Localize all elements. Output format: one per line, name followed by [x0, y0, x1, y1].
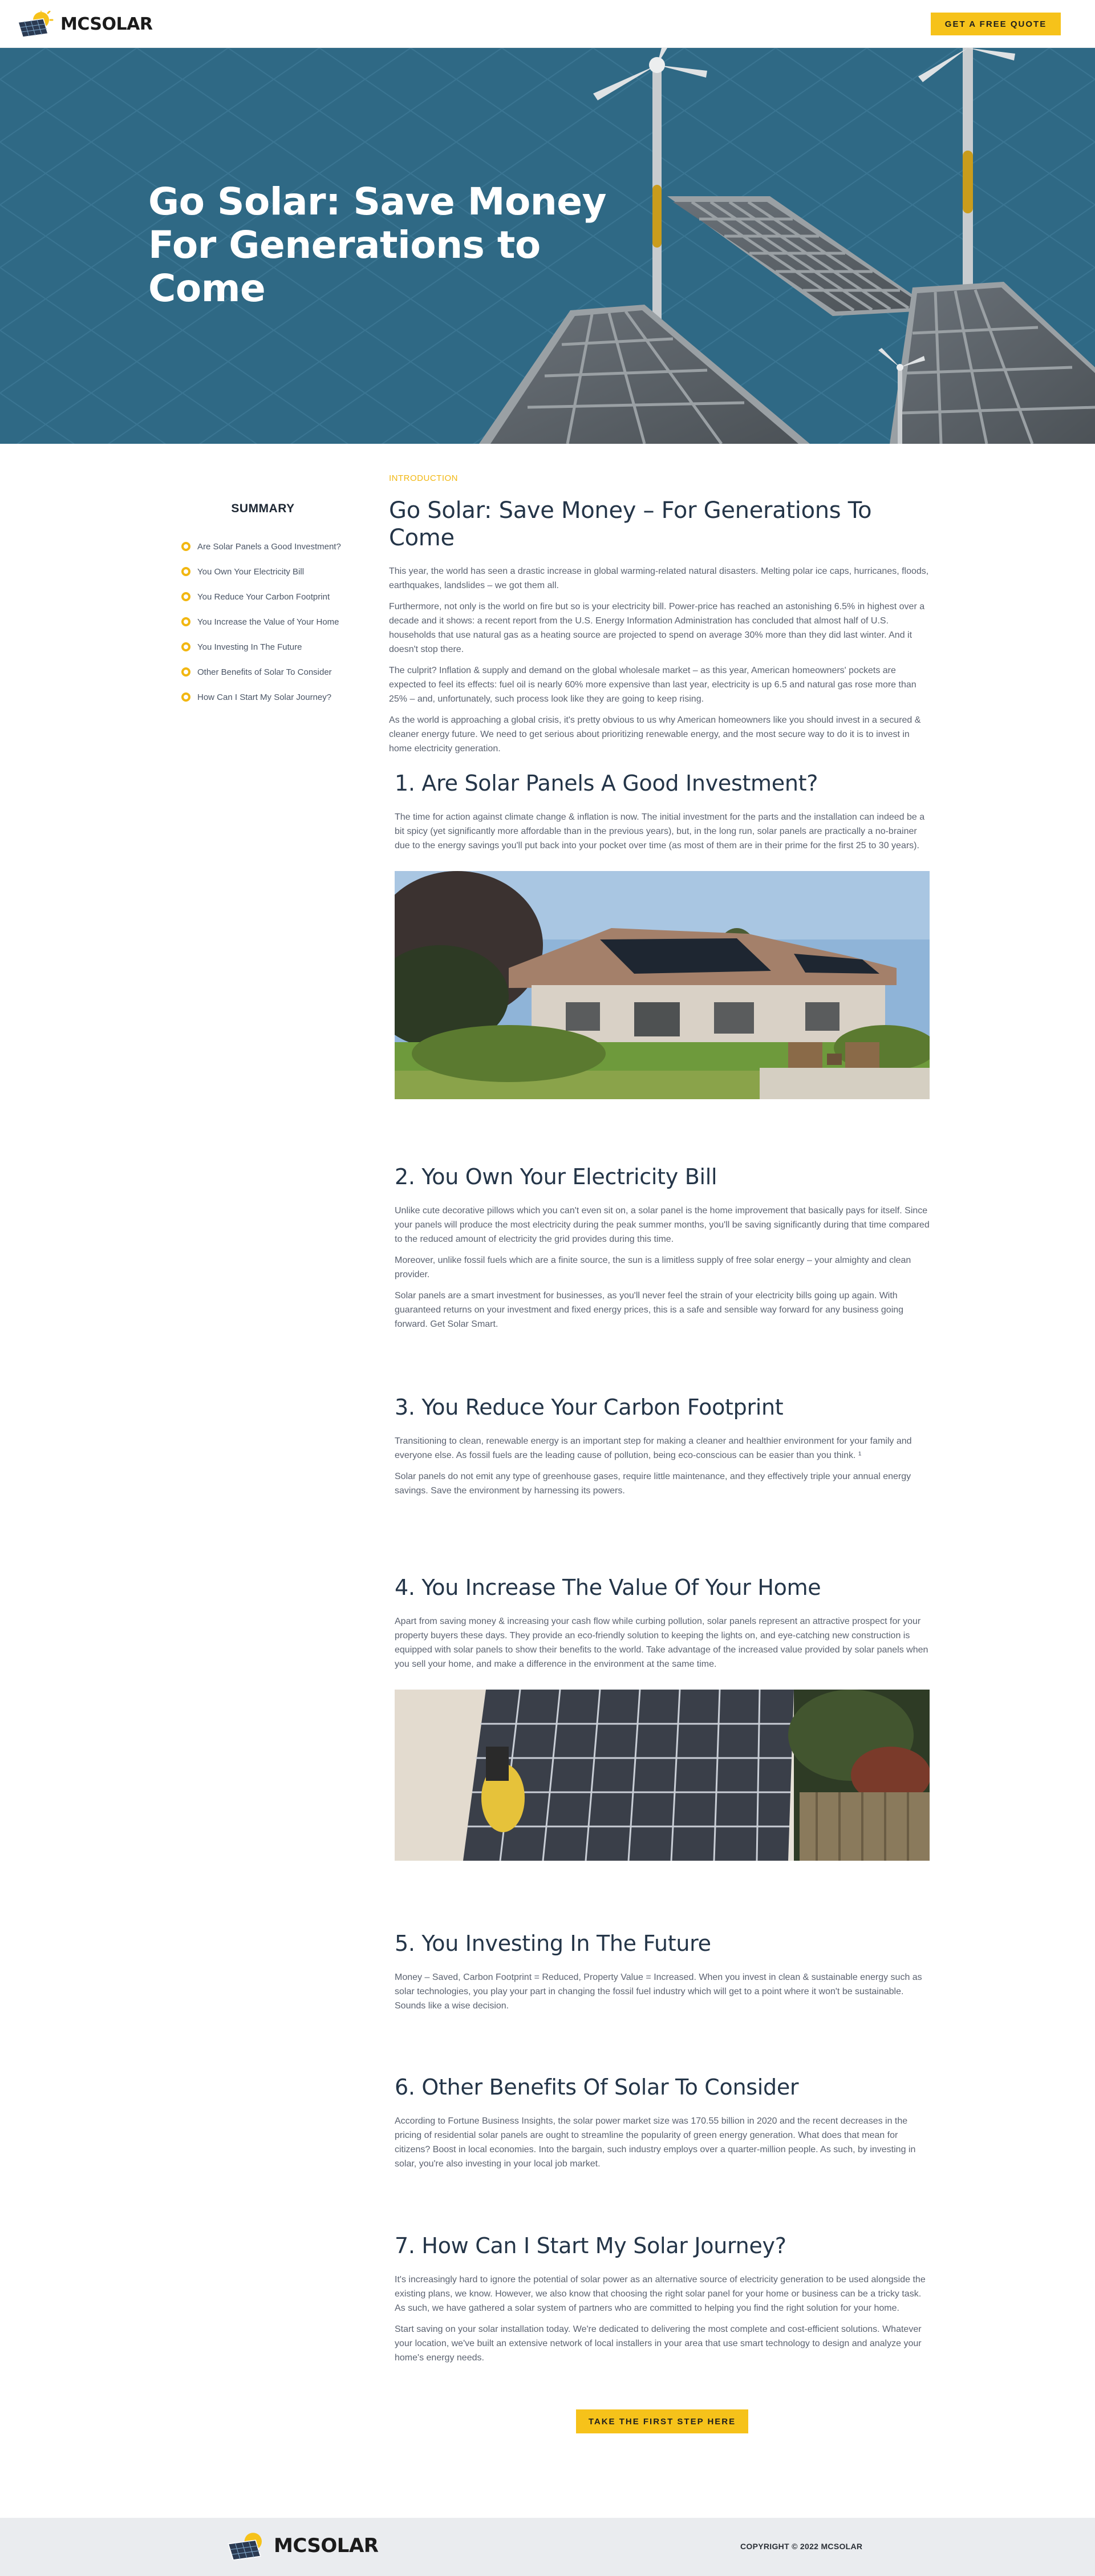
bullet-dot-icon: [181, 567, 190, 576]
summary-item[interactable]: You Reduce Your Carbon Footprint: [181, 584, 364, 609]
section-home-value: 4. You Increase The Value Of Your Home A…: [395, 1574, 930, 1861]
section-paragraph: Solar panels do not emit any type of gre…: [395, 1472, 911, 1496]
section-paragraph: Apart from saving money & increasing you…: [395, 1617, 928, 1669]
summary-item[interactable]: How Can I Start My Solar Journey?: [181, 684, 364, 710]
footer-logo[interactable]: MCSOLAR: [226, 2532, 379, 2560]
bullet-dot-icon: [181, 692, 190, 702]
section-heading: 4. You Increase The Value Of Your Home: [395, 1575, 821, 1600]
solar-panel-logo-icon: [18, 11, 54, 37]
intro-paragraph: This year, the world has seen a drastic …: [389, 566, 929, 590]
section-paragraph: The time for action against climate chan…: [395, 812, 925, 850]
hero-title: Go Solar: Save Money For Generations to …: [148, 180, 607, 310]
copyright-text: COPYRIGHT © 2022 MCSOLAR: [740, 2542, 863, 2551]
take-first-step-button[interactable]: TAKE THE FIRST STEP HERE: [576, 2409, 748, 2433]
section-heading: 6. Other Benefits Of Solar To Consider: [395, 2075, 799, 2100]
section-paragraph: Solar panels are a smart investment for …: [395, 1291, 904, 1329]
site-header: MCSOLAR GET A FREE QUOTE: [0, 0, 1095, 48]
intro-paragraph: As the world is approaching a global cri…: [389, 715, 921, 754]
bullet-dot-icon: [181, 667, 190, 677]
article-title: Go Solar: Save Money – For Generations T…: [389, 497, 872, 551]
site-footer: MCSOLAR COPYRIGHT © 2022 MCSOLAR: [0, 2518, 1095, 2576]
solar-panel-installation-photo: [395, 1690, 930, 1861]
section-carbon-footprint: 3. You Reduce Your Carbon Footprint Tran…: [395, 1394, 930, 1505]
bullet-dot-icon: [181, 592, 190, 601]
house-solar-roof-photo: [395, 871, 930, 1099]
section-heading: 7. How Can I Start My Solar Journey?: [395, 2233, 786, 2258]
bullet-dot-icon: [181, 617, 190, 626]
summary-item[interactable]: You Own Your Electricity Bill: [181, 559, 364, 584]
summary-item-label: You Investing In The Future: [197, 642, 302, 652]
summary-sidebar: SUMMARY Are Solar Panels a Good Investme…: [181, 502, 364, 710]
intro-paragraph: The culprit? Inflation & supply and dema…: [389, 666, 916, 704]
section-investing-future: 5. You Investing In The Future Money – S…: [395, 1930, 930, 2020]
header-logo[interactable]: MCSOLAR: [16, 10, 153, 38]
section-heading: 2. You Own Your Electricity Bill: [395, 1164, 717, 1189]
section-electricity-bill: 2. You Own Your Electricity Bill Unlike …: [395, 1164, 930, 1338]
intro-paragraph: Furthermore, not only is the world on fi…: [389, 602, 925, 654]
section-other-benefits: 6. Other Benefits Of Solar To Consider A…: [395, 2074, 930, 2178]
section-heading: 3. You Reduce Your Carbon Footprint: [395, 1395, 784, 1420]
section-paragraph: Transitioning to clean, renewable energy…: [395, 1436, 912, 1460]
summary-title: SUMMARY: [231, 502, 295, 515]
summary-item-label: Are Solar Panels a Good Investment?: [197, 541, 341, 552]
section-paragraph: It's increasingly hard to ignore the pot…: [395, 2275, 926, 2313]
summary-item-label: Other Benefits of Solar To Consider: [197, 667, 332, 677]
solar-panel-logo-icon: [228, 2533, 262, 2560]
summary-item[interactable]: You Increase the Value of Your Home: [181, 609, 364, 634]
summary-list: Are Solar Panels a Good Investment? You …: [181, 534, 364, 710]
summary-item-label: You Increase the Value of Your Home: [197, 617, 339, 627]
get-free-quote-button[interactable]: GET A FREE QUOTE: [931, 13, 1061, 35]
summary-item[interactable]: Are Solar Panels a Good Investment?: [181, 534, 364, 559]
footer-logo-text: MCSOLAR: [274, 2534, 379, 2557]
section-paragraph: Money – Saved, Carbon Footprint = Reduce…: [395, 1972, 922, 2011]
section-paragraph: Unlike cute decorative pillows which you…: [395, 1206, 930, 1244]
section-paragraph: Moreover, unlike fossil fuels which are …: [395, 1255, 911, 1279]
summary-item-label: You Reduce Your Carbon Footprint: [197, 592, 330, 602]
section-heading: 1. Are Solar Panels A Good Investment?: [395, 771, 818, 796]
bullet-dot-icon: [181, 642, 190, 651]
section-heading: 5. You Investing In The Future: [395, 1931, 711, 1956]
summary-item-label: You Own Your Electricity Bill: [197, 566, 305, 577]
summary-item-label: How Can I Start My Solar Journey?: [197, 692, 332, 702]
summary-item[interactable]: You Investing In The Future: [181, 634, 364, 659]
article-intro: INTRODUCTION Go Solar: Save Money – For …: [389, 473, 931, 763]
bullet-dot-icon: [181, 542, 190, 551]
section-paragraph: Start saving on your solar installation …: [395, 2324, 922, 2363]
section-start-journey: 7. How Can I Start My Solar Journey? It'…: [395, 2233, 930, 2372]
hero-banner: Go Solar: Save Money For Generations to …: [0, 48, 1095, 444]
intro-label: INTRODUCTION: [389, 473, 458, 483]
section-good-investment: 1. Are Solar Panels A Good Investment? T…: [395, 770, 930, 1099]
section-paragraph: According to Fortune Business Insights, …: [395, 2116, 916, 2169]
summary-item[interactable]: Other Benefits of Solar To Consider: [181, 659, 364, 684]
logo-text: MCSOLAR: [60, 14, 153, 34]
